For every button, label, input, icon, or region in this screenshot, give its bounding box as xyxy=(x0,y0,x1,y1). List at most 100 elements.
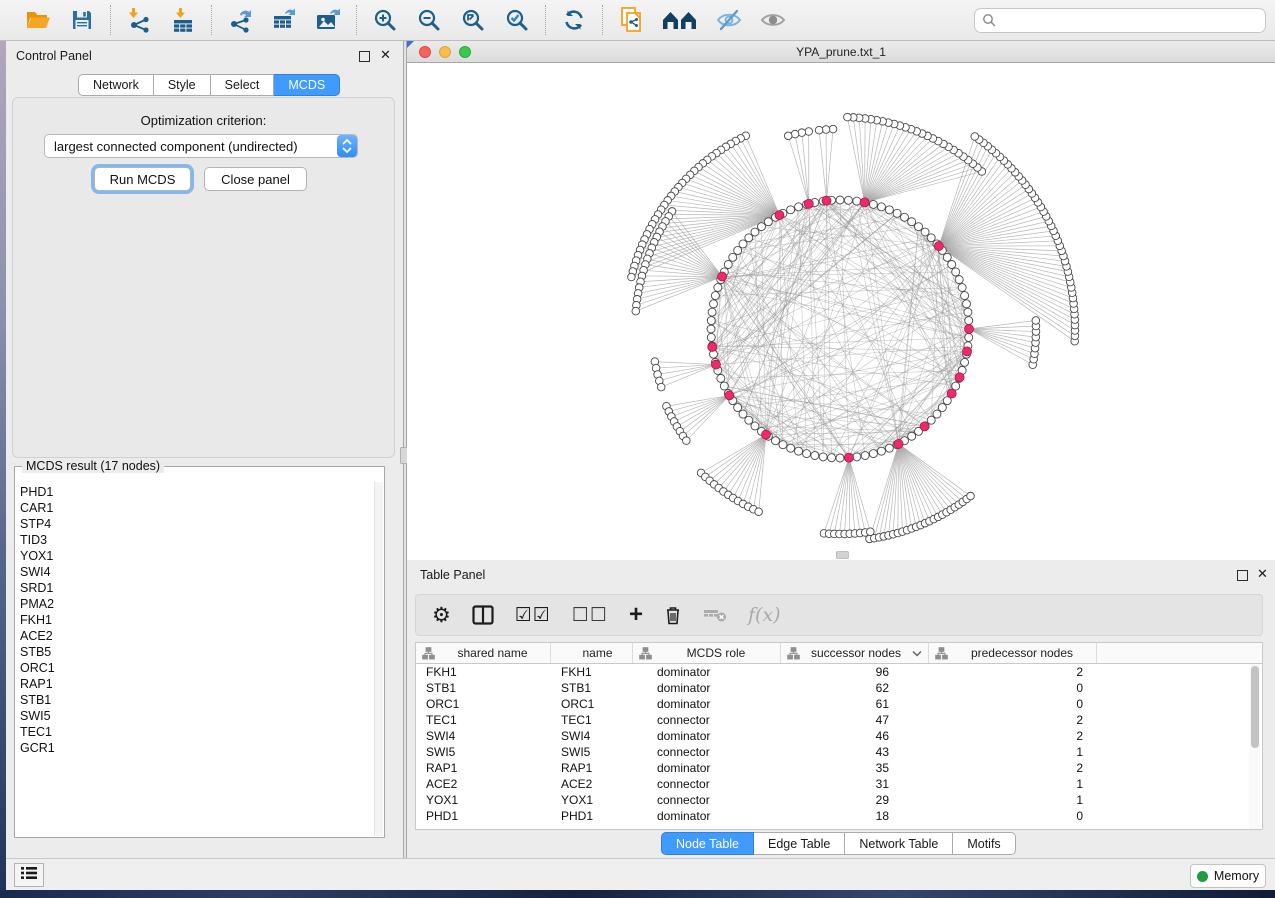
network-node[interactable] xyxy=(967,492,975,500)
column-header-shared-name[interactable]: shared name xyxy=(416,643,551,663)
mcds-result-item[interactable]: SRD1 xyxy=(20,580,370,596)
network-node[interactable] xyxy=(869,450,877,458)
network-node[interactable] xyxy=(628,273,636,281)
deselect-all-checks-icon[interactable]: ☐☐ xyxy=(572,606,608,625)
select-all-checks-icon[interactable]: ☑☑ xyxy=(515,606,551,625)
export-network-button[interactable] xyxy=(225,5,255,35)
table-tab-edge-table[interactable]: Edge Table xyxy=(754,832,845,855)
mcds-result-item[interactable]: YOX1 xyxy=(20,548,370,564)
network-node[interactable] xyxy=(961,292,969,300)
network-node[interactable] xyxy=(908,432,916,440)
network-node[interactable] xyxy=(714,284,722,292)
import-network-button[interactable] xyxy=(124,5,154,35)
table-panel-float-button[interactable] xyxy=(1237,570,1248,581)
network-node[interactable] xyxy=(755,508,763,516)
network-node[interactable] xyxy=(779,441,787,449)
network-node[interactable] xyxy=(955,276,963,284)
node-table[interactable]: shared namenameMCDS rolesuccessor nodesp… xyxy=(415,642,1263,830)
network-node[interactable] xyxy=(757,223,765,231)
column-header-predecessor-nodes[interactable]: predecessor nodes xyxy=(929,643,1097,663)
network-node[interactable] xyxy=(795,447,803,455)
mcds-result-item[interactable]: CAR1 xyxy=(20,500,370,516)
mcds-hub-node[interactable] xyxy=(822,196,831,205)
network-node[interactable] xyxy=(764,218,772,226)
network-node[interactable] xyxy=(836,454,844,462)
close-panel-button[interactable]: Close panel xyxy=(204,167,307,191)
network-node[interactable] xyxy=(952,268,960,276)
column-header-successor-nodes[interactable]: successor nodes xyxy=(781,643,929,663)
network-node[interactable] xyxy=(964,308,972,316)
network-node[interactable] xyxy=(739,410,747,418)
network-node[interactable] xyxy=(819,453,827,461)
network-node[interactable] xyxy=(828,454,836,462)
mcds-hub-node[interactable] xyxy=(708,342,717,351)
mcds-result-item[interactable]: RAP1 xyxy=(20,676,370,692)
mcds-result-item[interactable]: STP4 xyxy=(20,516,370,532)
network-node[interactable] xyxy=(844,113,852,121)
table-row[interactable]: SWI4SWI4dominator462 xyxy=(416,728,1262,744)
tab-mcds[interactable]: MCDS xyxy=(274,74,340,96)
network-node[interactable] xyxy=(657,383,665,391)
network-node[interactable] xyxy=(867,528,875,536)
network-window-titlebar[interactable]: YPA_prune.txt_1 xyxy=(407,41,1275,63)
search-input[interactable] xyxy=(974,8,1266,33)
network-node[interactable] xyxy=(948,261,956,269)
network-node[interactable] xyxy=(803,450,811,458)
network-node[interactable] xyxy=(963,300,971,308)
mcds-hub-node[interactable] xyxy=(844,453,853,462)
network-node[interactable] xyxy=(745,234,753,242)
run-mcds-button[interactable]: Run MCDS xyxy=(94,167,191,191)
network-node[interactable] xyxy=(927,234,935,242)
table-panel-close-button[interactable]: ✕ xyxy=(1257,569,1268,580)
network-node[interactable] xyxy=(709,300,717,308)
export-image-button[interactable] xyxy=(313,5,343,35)
mcds-result-list[interactable]: PHD1CAR1STP4TID3YOX1SWI4SRD1PMA2FKH1ACE2… xyxy=(20,484,370,824)
show-all-button[interactable] xyxy=(758,5,788,35)
network-node[interactable] xyxy=(729,253,737,261)
network-node[interactable] xyxy=(933,410,941,418)
mcds-hub-node[interactable] xyxy=(762,430,771,439)
mcds-hub-node[interactable] xyxy=(947,389,956,398)
mcds-result-item[interactable]: GCR1 xyxy=(20,740,370,756)
control-panel-float-button[interactable] xyxy=(359,51,370,62)
mcds-list-scrollbar[interactable] xyxy=(374,482,383,836)
network-node[interactable] xyxy=(958,284,966,292)
optimization-criterion-select[interactable]: largest connected component (undirected) xyxy=(44,134,358,158)
network-node[interactable] xyxy=(795,203,803,211)
add-column-icon[interactable]: + xyxy=(629,603,643,627)
network-node[interactable] xyxy=(632,307,640,315)
network-node[interactable] xyxy=(877,447,885,455)
table-row[interactable]: RAP1RAP1dominator352 xyxy=(416,760,1262,776)
column-header-mcds-role[interactable]: MCDS role xyxy=(633,643,781,663)
table-row[interactable]: FKH1FKH1dominator962 xyxy=(416,664,1262,680)
tab-select[interactable]: Select xyxy=(211,74,275,96)
mcds-result-item[interactable]: FKH1 xyxy=(20,612,370,628)
mcds-hub-node[interactable] xyxy=(725,391,734,400)
network-node[interactable] xyxy=(965,317,973,325)
network-node[interactable] xyxy=(1032,317,1040,325)
network-node[interactable] xyxy=(815,126,823,134)
network-node[interactable] xyxy=(822,126,830,134)
network-node[interactable] xyxy=(927,416,935,424)
table-scrollbar-thumb[interactable] xyxy=(1251,666,1259,748)
network-node[interactable] xyxy=(869,200,877,208)
network-node[interactable] xyxy=(921,228,929,236)
network-node[interactable] xyxy=(908,218,916,226)
network-node[interactable] xyxy=(707,325,715,333)
hide-selected-button[interactable] xyxy=(714,5,744,35)
network-node[interactable] xyxy=(734,404,742,412)
table-row[interactable]: ACE2ACE2connector311 xyxy=(416,776,1262,792)
control-panel-close-button[interactable]: ✕ xyxy=(380,50,391,61)
save-session-button[interactable] xyxy=(67,5,97,35)
new-network-from-selection-button[interactable] xyxy=(616,5,646,35)
mcds-result-item[interactable]: ACE2 xyxy=(20,628,370,644)
import-table-button[interactable] xyxy=(168,5,198,35)
show-columns-icon[interactable] xyxy=(472,605,494,625)
network-node[interactable] xyxy=(861,452,869,460)
network-node[interactable] xyxy=(751,422,759,430)
mcds-hub-node[interactable] xyxy=(860,198,869,207)
mcds-result-item[interactable]: PMA2 xyxy=(20,596,370,612)
refresh-button[interactable] xyxy=(559,5,589,35)
network-node[interactable] xyxy=(811,452,819,460)
memory-button[interactable]: Memory xyxy=(1190,864,1266,888)
